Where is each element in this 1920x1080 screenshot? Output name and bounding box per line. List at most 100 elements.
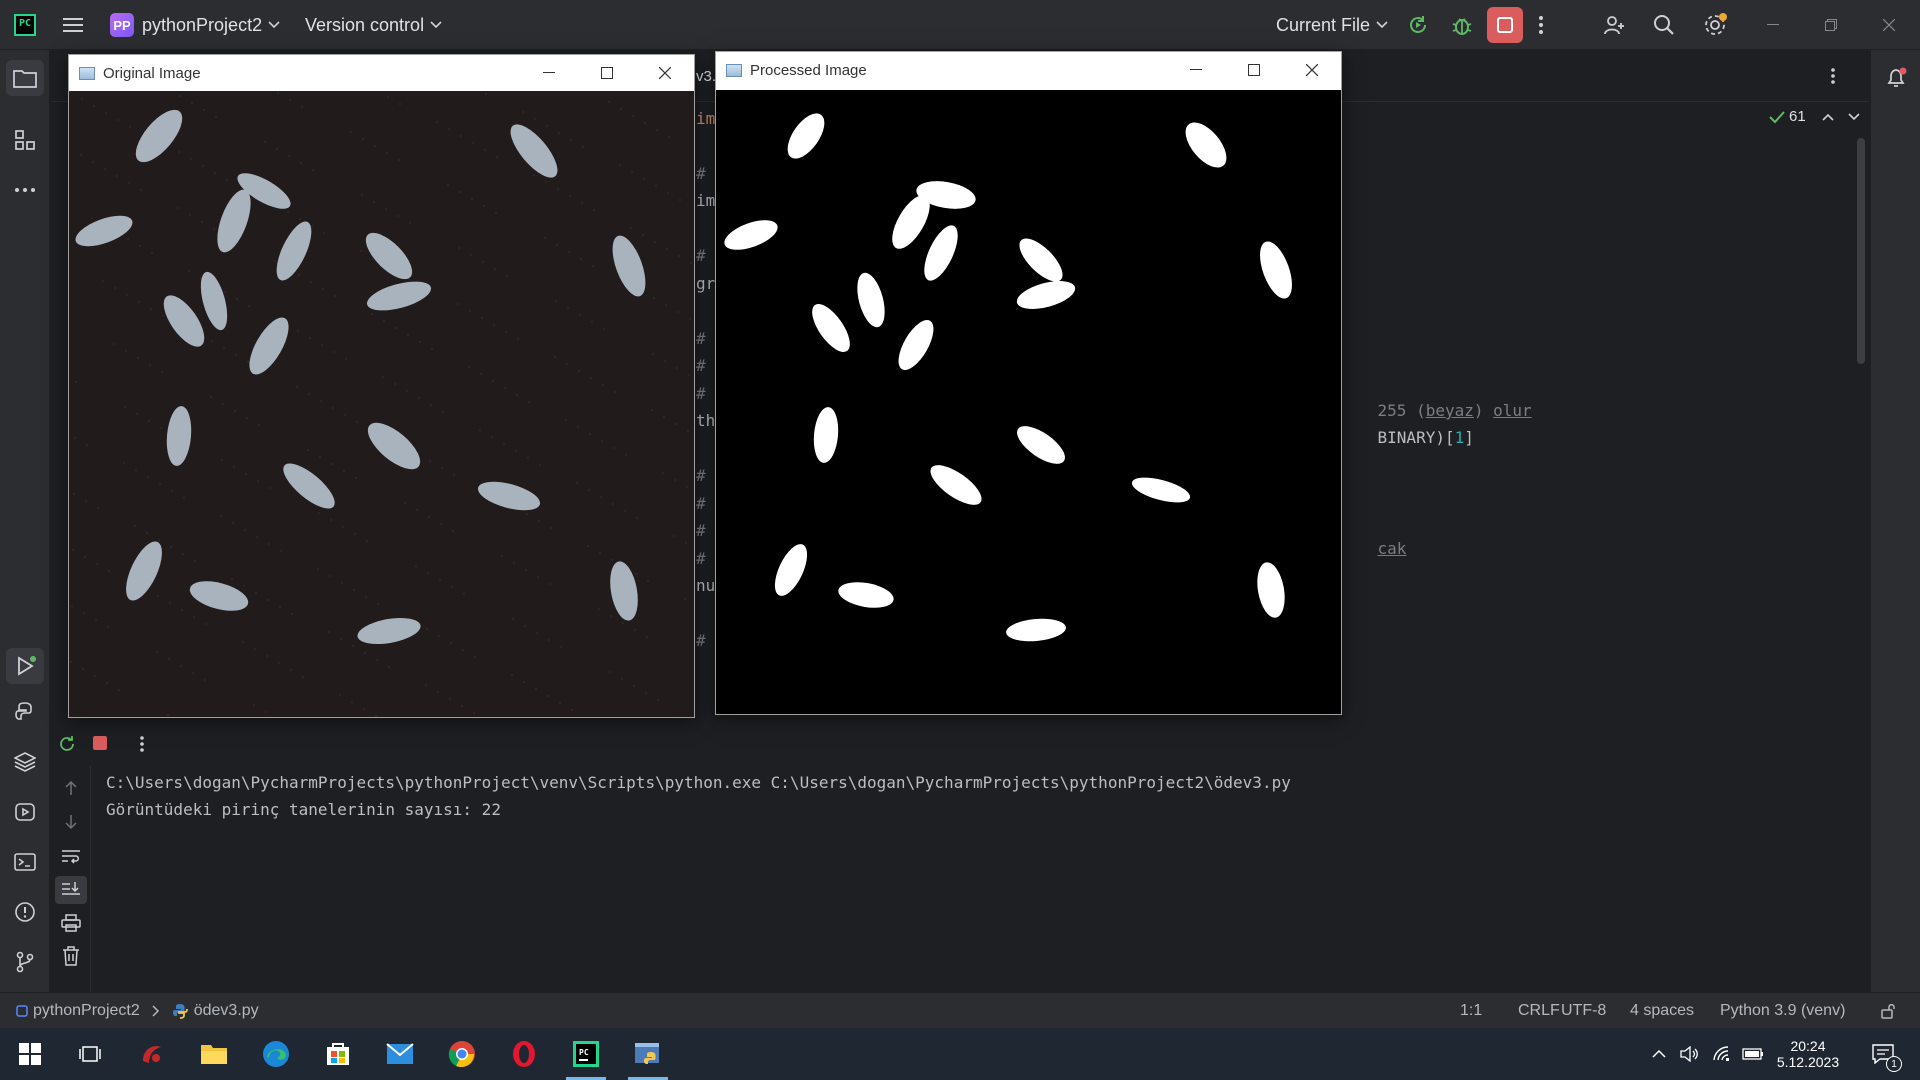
show-hidden-icons[interactable] xyxy=(1652,1028,1666,1080)
main-menu-icon[interactable] xyxy=(62,0,84,50)
terminal-button[interactable] xyxy=(11,848,39,876)
image-noise xyxy=(663,416,665,418)
more-actions-button[interactable] xyxy=(1538,0,1544,50)
taskbar-edge[interactable] xyxy=(256,1034,296,1074)
image-noise xyxy=(535,688,537,690)
action-center-button[interactable]: 1 xyxy=(1872,1028,1902,1080)
run-configuration-selector[interactable]: Current File xyxy=(1276,0,1388,50)
original-image-window[interactable]: Original Image xyxy=(68,54,695,718)
run-tool-button[interactable] xyxy=(6,648,44,684)
editor-vertical-scrollbar[interactable] xyxy=(1857,138,1865,364)
battery-icon[interactable] xyxy=(1742,1028,1764,1080)
pycharm-icon: PC xyxy=(573,1041,599,1067)
taskbar-pycharm[interactable]: PC xyxy=(566,1034,606,1080)
image-noise xyxy=(91,217,93,219)
lock-open-icon xyxy=(1881,1004,1895,1019)
rerun-button[interactable] xyxy=(1406,0,1430,50)
image-noise xyxy=(440,523,442,525)
maximize-button[interactable] xyxy=(578,55,636,91)
python-interpreter[interactable]: Python 3.9 (venv) xyxy=(1720,993,1845,1029)
image-noise xyxy=(644,122,646,124)
read-only-toggle[interactable] xyxy=(1880,993,1896,1029)
taskbar-python[interactable] xyxy=(628,1034,668,1080)
taskbar-app-red[interactable] xyxy=(132,1034,172,1074)
indent-setting[interactable]: 4 spaces xyxy=(1630,993,1694,1029)
search-button[interactable] xyxy=(1652,0,1676,50)
python-console-button[interactable] xyxy=(11,698,39,726)
image-noise xyxy=(387,96,389,98)
soft-wrap-icon[interactable] xyxy=(61,848,81,864)
debug-button[interactable] xyxy=(1450,0,1474,50)
image-noise xyxy=(591,321,593,323)
image-noise xyxy=(371,313,373,315)
taskbar-mail[interactable] xyxy=(380,1034,420,1074)
git-button[interactable] xyxy=(11,948,39,976)
taskbar-opera[interactable] xyxy=(504,1034,544,1074)
volume-icon[interactable] xyxy=(1680,1028,1700,1080)
close-button[interactable] xyxy=(636,55,694,91)
restore-window-button[interactable] xyxy=(1802,0,1860,50)
edge-icon xyxy=(263,1041,289,1067)
image-noise xyxy=(439,579,441,581)
image-noise xyxy=(70,661,72,663)
minimize-window-button[interactable] xyxy=(1744,0,1802,50)
settings-button[interactable] xyxy=(1702,0,1728,50)
more-tools-button[interactable] xyxy=(11,176,39,204)
maximize-button[interactable] xyxy=(1225,52,1283,88)
problems-button[interactable] xyxy=(11,898,39,926)
chevron-up-icon[interactable] xyxy=(1822,113,1834,121)
scroll-up-icon[interactable] xyxy=(63,780,79,796)
pycharm-logo-icon[interactable]: PC xyxy=(14,14,36,36)
trash-icon[interactable] xyxy=(62,946,80,966)
breadcrumb-project[interactable]: pythonProject2 xyxy=(33,1002,140,1020)
close-button[interactable] xyxy=(1283,52,1341,88)
image-noise xyxy=(593,209,595,211)
version-control-menu[interactable]: Version control xyxy=(305,0,442,50)
taskbar-file-explorer[interactable] xyxy=(194,1034,234,1074)
stop-icon[interactable] xyxy=(93,736,107,750)
services-button[interactable] xyxy=(11,798,39,826)
processed-image-titlebar[interactable]: Processed Image xyxy=(716,52,1341,88)
original-image-titlebar[interactable]: Original Image xyxy=(69,55,694,91)
structure-tool-button[interactable] xyxy=(11,126,39,154)
editor-tab-label-fragment[interactable]: v3. xyxy=(696,68,716,85)
caret-position[interactable]: 1:1 xyxy=(1460,993,1482,1029)
chevron-up-icon xyxy=(1652,1050,1666,1058)
print-icon[interactable] xyxy=(61,914,81,932)
project-tool-button[interactable] xyxy=(6,60,44,96)
scroll-to-end-button[interactable] xyxy=(55,876,87,904)
taskbar-chrome[interactable] xyxy=(442,1034,482,1074)
clock[interactable]: 20:24 5.12.2023 xyxy=(1772,1028,1844,1080)
image-noise xyxy=(453,474,455,476)
start-button[interactable] xyxy=(10,1034,50,1074)
image-noise xyxy=(194,560,196,562)
notifications-button[interactable] xyxy=(1882,64,1910,92)
rerun-button[interactable] xyxy=(57,734,77,754)
image-noise xyxy=(322,288,324,290)
processed-image-window[interactable]: Processed Image xyxy=(715,51,1342,715)
python-packages-button[interactable] xyxy=(11,748,39,776)
file-encoding[interactable]: UTF-8 xyxy=(1561,993,1606,1029)
editor-tabs-more-button[interactable] xyxy=(1830,67,1836,85)
code-with-me-button[interactable] xyxy=(1602,0,1626,50)
image-noise xyxy=(180,665,182,667)
line-separator[interactable]: CRLF xyxy=(1518,993,1560,1029)
close-window-button[interactable] xyxy=(1860,0,1918,50)
breadcrumb-file[interactable]: ödev3.py xyxy=(194,1002,259,1020)
chevron-down-icon[interactable] xyxy=(1848,112,1860,121)
task-view-button[interactable] xyxy=(70,1034,110,1074)
network-icon[interactable] xyxy=(1712,1028,1732,1080)
image-noise xyxy=(97,507,99,509)
image-noise xyxy=(684,598,686,600)
project-selector[interactable]: PP pythonProject2 xyxy=(110,0,280,50)
minimize-button[interactable] xyxy=(1167,52,1225,88)
inspection-widget[interactable]: 61 xyxy=(1769,108,1860,125)
stop-button[interactable] xyxy=(1487,7,1523,43)
taskbar-store[interactable] xyxy=(318,1034,358,1074)
image-noise xyxy=(473,712,475,714)
minimize-button[interactable] xyxy=(520,55,578,91)
scroll-down-icon[interactable] xyxy=(63,814,79,830)
binary-grain xyxy=(857,272,885,328)
image-noise xyxy=(516,394,518,396)
run-more-button[interactable] xyxy=(139,735,145,753)
